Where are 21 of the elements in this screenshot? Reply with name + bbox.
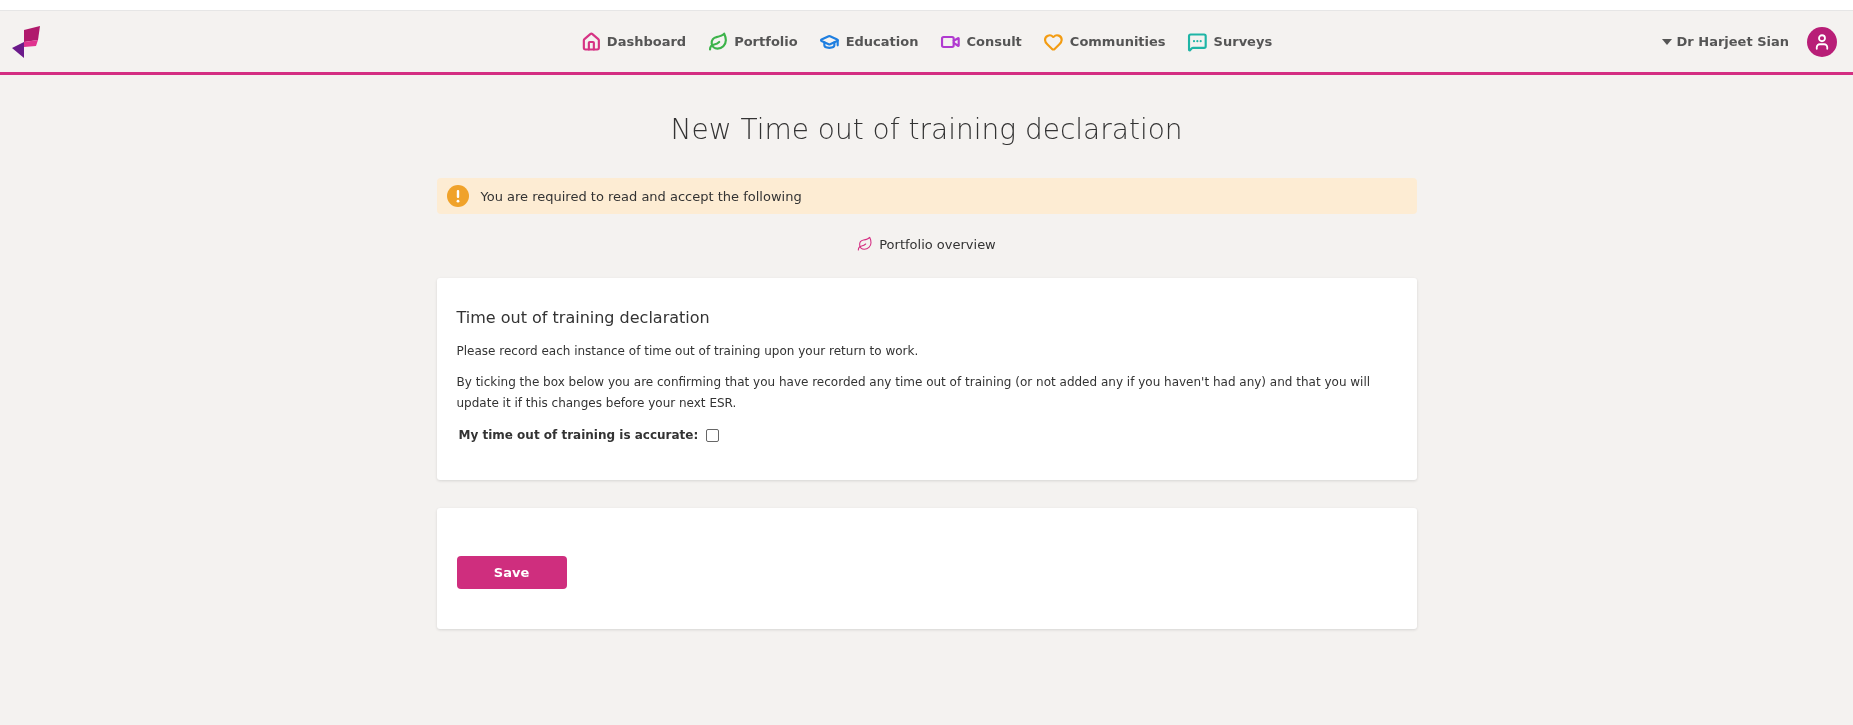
page-title: New Time out of training declaration <box>669 113 1184 146</box>
nav-link[interactable]: Surveys <box>1187 31 1273 52</box>
nav-link[interactable]: Communities <box>1043 31 1166 52</box>
leaf-icon <box>857 236 874 252</box>
portfolio-overview-link[interactable]: Portfolio overview <box>857 236 996 252</box>
alert-text: You are required to read and accept the following <box>480 188 802 204</box>
checkbox-label: My time out of training is accurate: <box>458 428 699 442</box>
logo-icon <box>12 25 42 58</box>
warning-icon <box>446 185 469 207</box>
checkbox[interactable] <box>706 428 720 442</box>
save-button[interactable]: Save <box>456 556 567 589</box>
card-title: Time out of training declaration <box>456 308 711 327</box>
avatar-icon[interactable] <box>1807 26 1837 57</box>
user-menu[interactable]: Dr Harjeet Sian <box>1661 34 1789 49</box>
instruction-text: Please record each instance of time out of training upon your return to work. <box>456 343 920 360</box>
nav-link[interactable]: Consult <box>940 31 1022 52</box>
nav-link[interactable]: Portfolio <box>708 31 798 52</box>
nav-link[interactable]: Education <box>819 31 919 52</box>
nav-link[interactable]: Dashboard <box>580 31 687 52</box>
caret-icon <box>1661 38 1672 45</box>
instruction-text: By ticking the box below you are confirming that you have recorded any time out of training (or not added any if you haven't had any) and that you will update it if this changes before your next ESR. <box>456 374 1372 412</box>
